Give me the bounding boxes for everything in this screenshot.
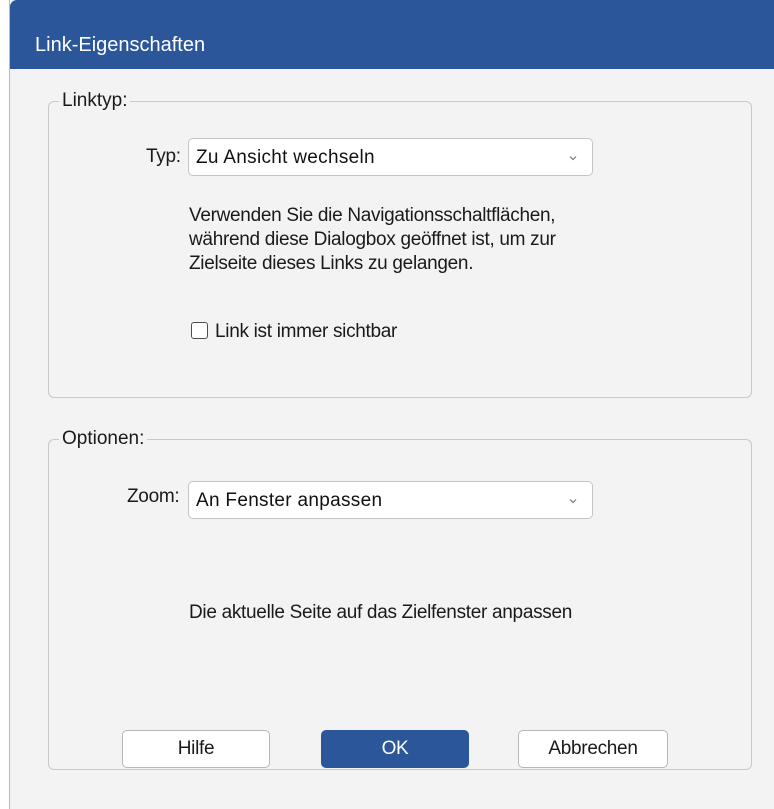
ok-button[interactable]: OK [321,730,469,768]
linktype-description-line: Verwenden Sie die Navigationsschaltfläch… [189,205,556,226]
chevron-down-icon [569,499,577,504]
dialog-title: Link-Eigenschaften [35,34,206,56]
options-group: Optionen: [48,428,752,770]
cancel-button[interactable]: Abbrechen [518,730,668,768]
type-dropdown[interactable]: Zu Ansicht wechseln [188,138,593,176]
link-properties-dialog: Link-Eigenschaften Linktyp: Typ: Zu Ansi… [9,0,774,809]
options-group-legend: Optionen: [62,428,145,449]
help-button[interactable]: Hilfe [122,730,270,768]
linktype-group-legend: Linktyp: [62,90,128,111]
type-label: Typ: [146,146,181,167]
zoom-dropdown-value: An Fenster anpassen [196,490,383,511]
always-visible-label[interactable]: Link ist immer sichtbar [215,321,397,343]
zoom-label: Zoom: [127,486,180,507]
always-visible-checkbox[interactable] [191,322,208,339]
zoom-dropdown[interactable]: An Fenster anpassen [188,481,593,519]
linktype-description-line: während diese Dialogbox geöffnet ist, um… [189,229,556,250]
linktype-description: Verwenden Sie die Navigationsschaltfläch… [189,204,556,276]
dialog-titlebar[interactable]: Link-Eigenschaften [10,0,774,69]
type-dropdown-value: Zu Ansicht wechseln [196,147,375,168]
linktype-description-line: Zielseite dieses Links zu gelangen. [189,253,474,274]
chevron-down-icon [569,156,577,161]
zoom-description: Die aktuelle Seite auf das Zielfenster a… [189,602,573,623]
